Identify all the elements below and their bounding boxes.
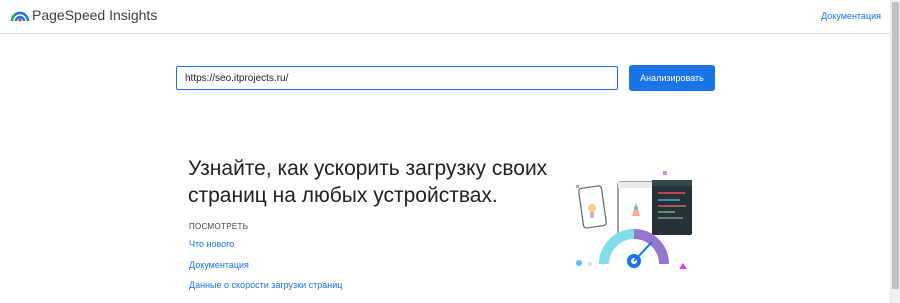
- app-title[interactable]: PageSpeed Insights: [32, 7, 157, 23]
- documentation-link[interactable]: Документация: [189, 260, 249, 270]
- page-speed-data-link[interactable]: Данные о скорости загрузки страниц: [189, 280, 342, 290]
- analyze-button[interactable]: Анализировать: [629, 65, 715, 91]
- whats-new-link[interactable]: Что нового: [189, 239, 234, 249]
- scrollbar[interactable]: [890, 0, 900, 303]
- see-section-label: ПОСМОТРЕТЬ: [189, 222, 249, 231]
- hero-headline: Узнайте, как ускорить загрузку своих стр…: [188, 157, 548, 207]
- docs-link[interactable]: Документация: [821, 11, 881, 21]
- scrollbar-thumb[interactable]: [892, 2, 899, 289]
- url-input[interactable]: [176, 66, 618, 90]
- top-bar: PageSpeed Insights Документация: [0, 0, 891, 34]
- speed-gauge-illustration: [576, 171, 692, 269]
- pagespeed-logo-icon[interactable]: [10, 8, 30, 22]
